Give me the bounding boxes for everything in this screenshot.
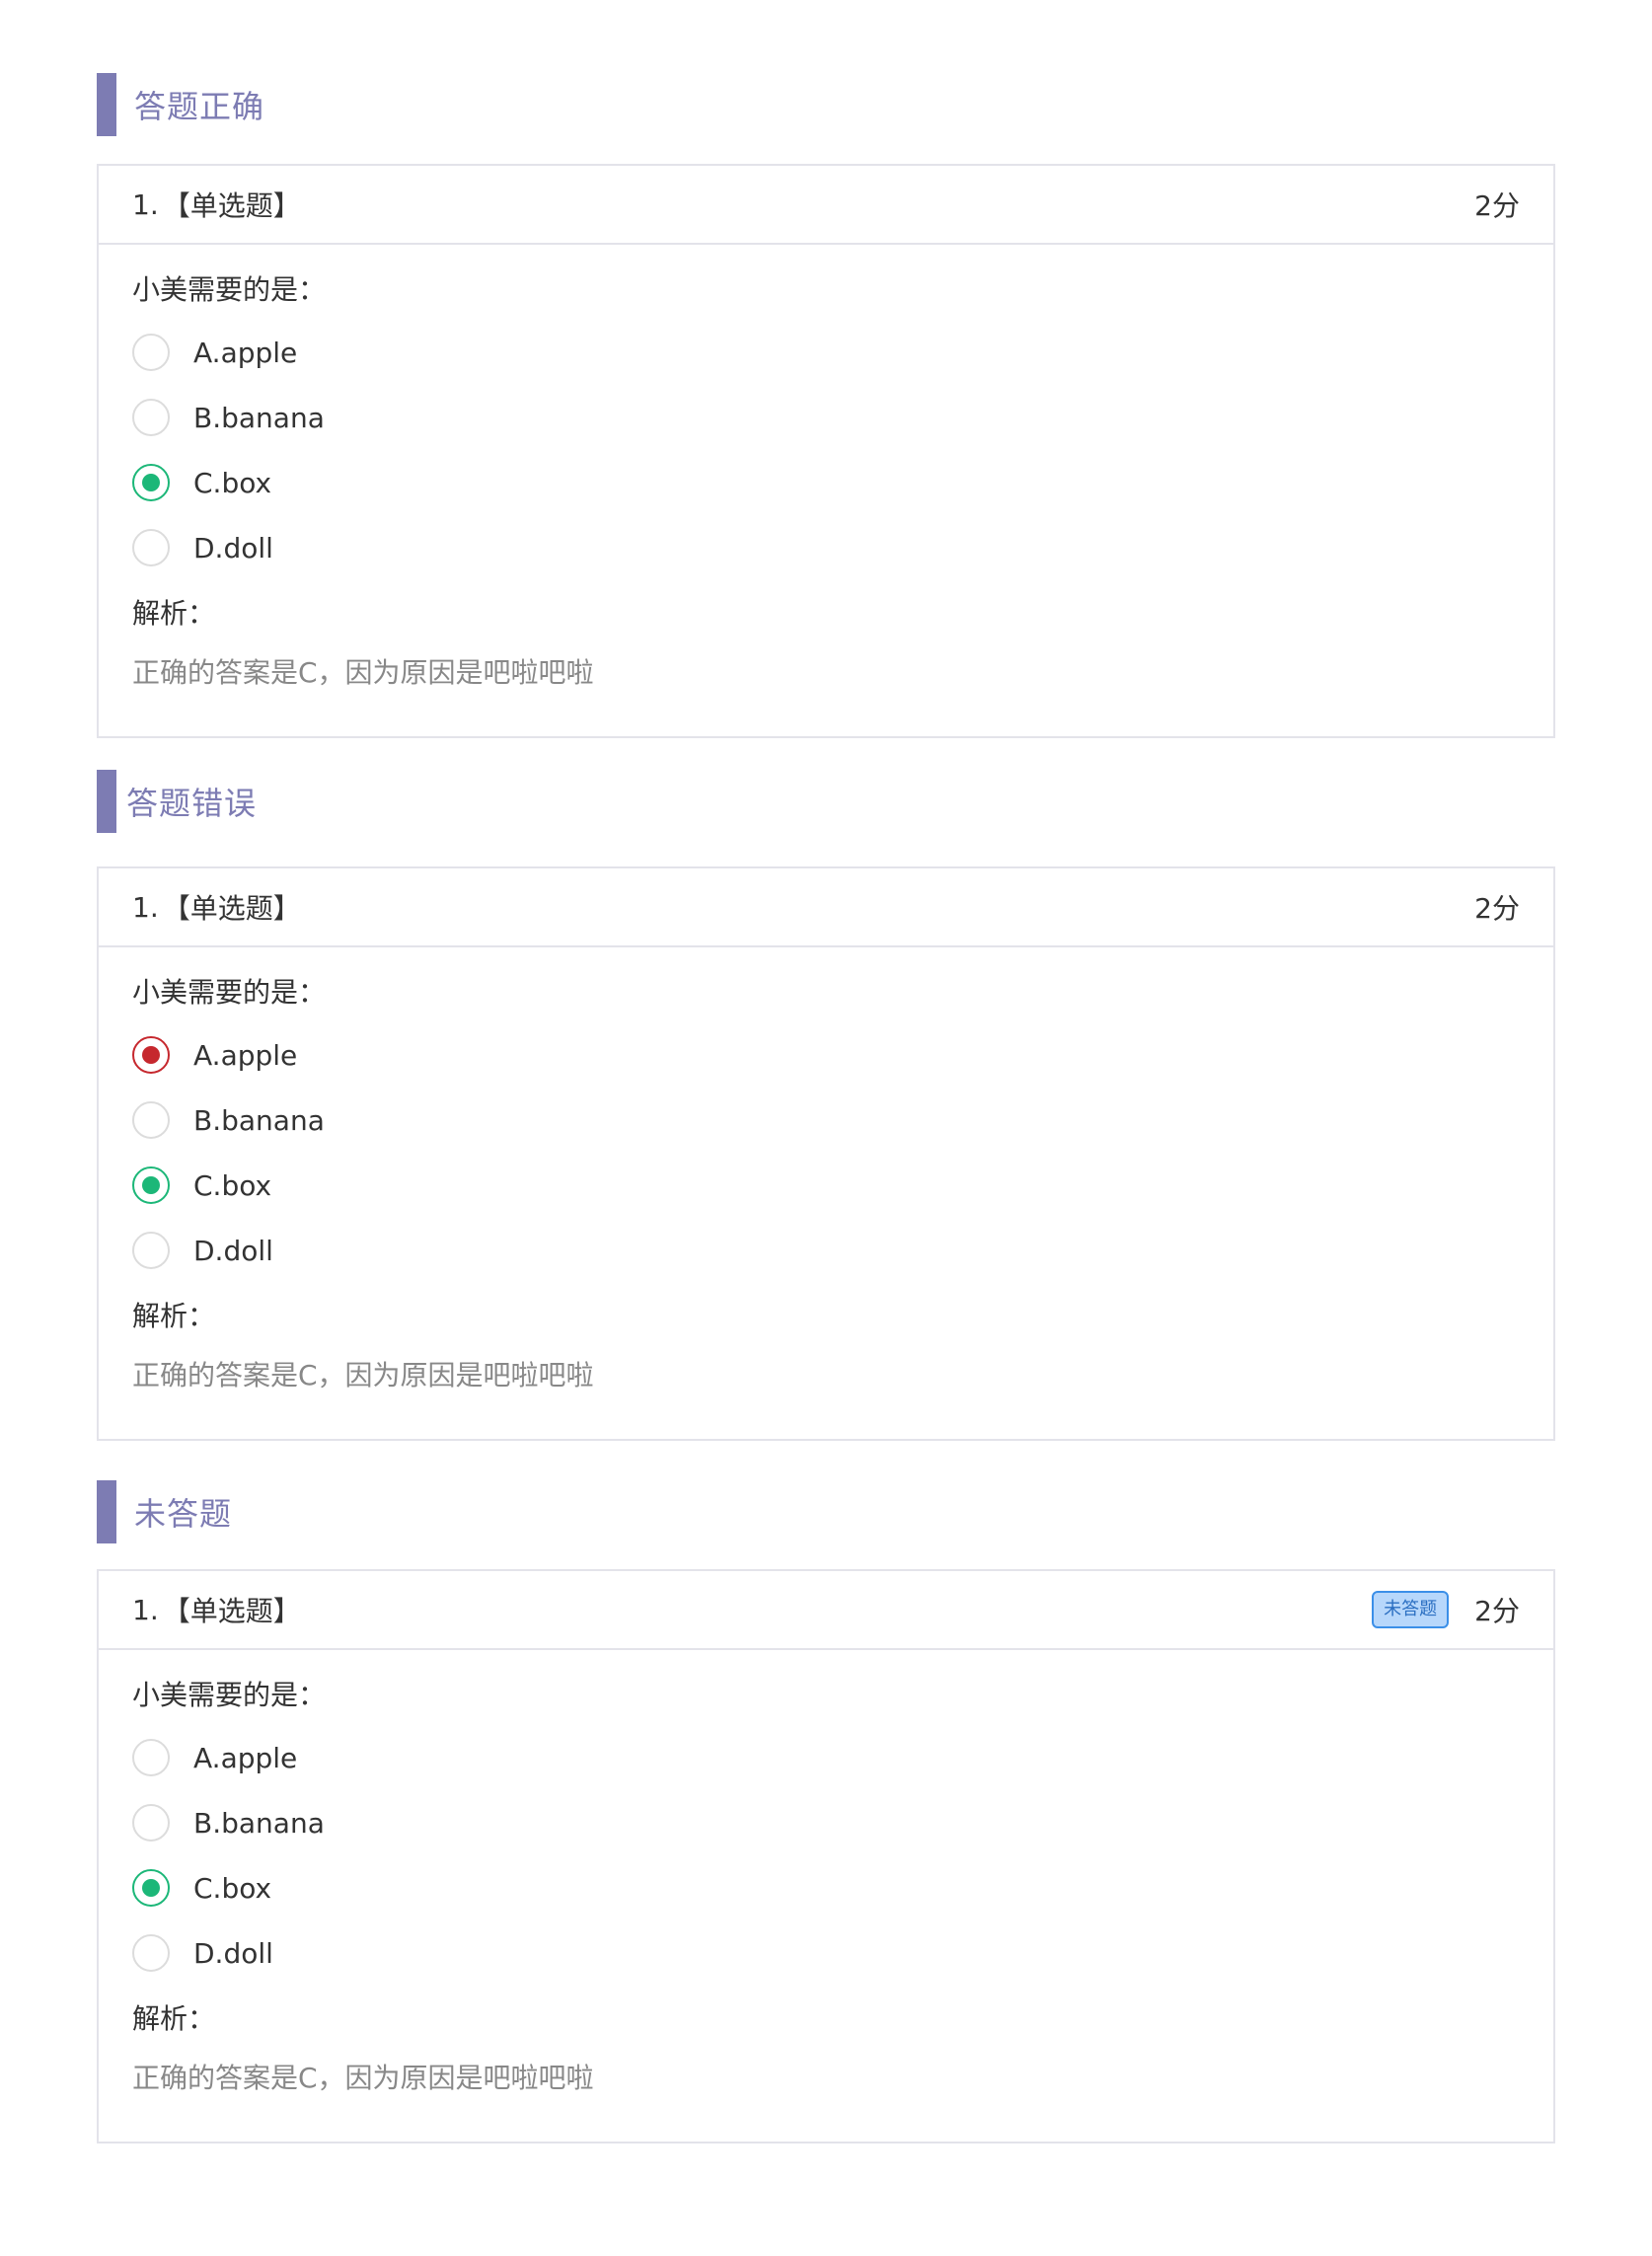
- radio-icon[interactable]: [132, 1739, 170, 1776]
- question-stem: 小美需要的是：: [132, 976, 327, 1009]
- question-header-right: 2分: [1474, 887, 1520, 927]
- analysis-label: 解析：: [132, 2002, 216, 2035]
- option-label: B.banana: [193, 1103, 325, 1137]
- analysis-text: 正确的答案是C，因为原因是吧啦吧啦: [132, 656, 594, 689]
- question-header-right: 2分: [1474, 185, 1520, 224]
- option-label: A.apple: [193, 1038, 298, 1072]
- section-accent-bar: [97, 73, 116, 136]
- section-header: 未答题: [97, 1480, 1555, 1543]
- radio-icon[interactable]: [132, 1232, 170, 1269]
- question-body: 小美需要的是： A.apple B.banana C.box D.doll 解析…: [99, 1650, 1553, 2098]
- option-list: A.apple B.banana C.box D.doll: [132, 320, 1520, 580]
- question-type: 【单选题】: [162, 189, 301, 222]
- question-score: 2分: [1474, 1595, 1520, 1627]
- question-stem: 小美需要的是：: [132, 1679, 327, 1711]
- question-type: 【单选题】: [162, 1595, 301, 1627]
- question-number: 1.: [132, 890, 159, 924]
- question-card: 1. 【单选题】 2分 小美需要的是： A.apple B.banana C.b…: [97, 866, 1555, 1441]
- question-type: 【单选题】: [162, 892, 301, 925]
- question-score: 2分: [1474, 892, 1520, 925]
- option-a[interactable]: A.apple: [132, 1022, 1520, 1088]
- analysis-label: 解析：: [132, 1300, 216, 1332]
- option-c[interactable]: C.box: [132, 1855, 1520, 1920]
- option-b[interactable]: B.banana: [132, 385, 1520, 450]
- section-title: 答题错误: [126, 785, 258, 822]
- option-c[interactable]: C.box: [132, 1153, 1520, 1218]
- question-header: 1. 【单选题】 2分: [99, 868, 1553, 947]
- analysis-text: 正确的答案是C，因为原因是吧啦吧啦: [132, 2062, 594, 2094]
- section-accent-bar: [97, 770, 116, 833]
- question-header: 1. 【单选题】 未答题 2分: [99, 1571, 1553, 1650]
- section-header: 答题错误: [97, 770, 1555, 833]
- section-title: 未答题: [134, 1495, 233, 1533]
- option-list: A.apple B.banana C.box D.doll: [132, 1725, 1520, 1986]
- question-number: 1.: [132, 1593, 159, 1626]
- option-label: D.doll: [193, 1936, 273, 1970]
- question-number: 1.: [132, 188, 159, 221]
- radio-correct-icon[interactable]: [132, 1869, 170, 1907]
- option-c[interactable]: C.box: [132, 450, 1520, 515]
- analysis-label: 解析：: [132, 597, 216, 630]
- analysis-text: 正确的答案是C，因为原因是吧啦吧啦: [132, 1359, 594, 1391]
- section-unanswered: 未答题: [97, 1480, 1555, 1543]
- option-label: C.box: [193, 1871, 272, 1905]
- question-header-right: 未答题 2分: [1372, 1590, 1520, 1629]
- question-score: 2分: [1474, 189, 1520, 222]
- radio-icon[interactable]: [132, 334, 170, 371]
- question-body: 小美需要的是： A.apple B.banana C.box D.doll 解析…: [99, 245, 1553, 693]
- option-label: B.banana: [193, 1806, 325, 1840]
- question-card: 1. 【单选题】 未答题 2分 小美需要的是： A.apple B.banana: [97, 1569, 1555, 2143]
- radio-correct-icon[interactable]: [132, 1166, 170, 1204]
- question-header: 1. 【单选题】 2分: [99, 166, 1553, 245]
- question-body: 小美需要的是： A.apple B.banana C.box D.doll 解析…: [99, 947, 1553, 1395]
- option-label: C.box: [193, 1168, 272, 1202]
- option-label: B.banana: [193, 401, 325, 434]
- option-label: C.box: [193, 466, 272, 499]
- radio-icon[interactable]: [132, 529, 170, 566]
- section-title: 答题正确: [134, 88, 265, 125]
- section-accent-bar: [97, 1480, 116, 1543]
- option-label: D.doll: [193, 1234, 273, 1267]
- section-header: 答题正确: [97, 73, 1555, 136]
- option-a[interactable]: A.apple: [132, 1725, 1520, 1790]
- option-list: A.apple B.banana C.box D.doll: [132, 1022, 1520, 1283]
- option-a[interactable]: A.apple: [132, 320, 1520, 385]
- section-correct: 答题正确: [97, 73, 1555, 136]
- unanswered-badge: 未答题: [1372, 1591, 1450, 1628]
- question-stem: 小美需要的是：: [132, 273, 327, 306]
- option-b[interactable]: B.banana: [132, 1790, 1520, 1855]
- question-card: 1. 【单选题】 2分 小美需要的是： A.apple B.banana C.b…: [97, 164, 1555, 738]
- option-label: D.doll: [193, 531, 273, 564]
- option-d[interactable]: D.doll: [132, 1218, 1520, 1283]
- radio-icon[interactable]: [132, 1101, 170, 1139]
- radio-icon[interactable]: [132, 1934, 170, 1972]
- option-label: A.apple: [193, 336, 298, 369]
- option-label: A.apple: [193, 1741, 298, 1774]
- section-wrong: 答题错误: [97, 770, 1555, 833]
- option-d[interactable]: D.doll: [132, 1920, 1520, 1986]
- radio-correct-icon[interactable]: [132, 464, 170, 501]
- radio-icon[interactable]: [132, 399, 170, 436]
- option-b[interactable]: B.banana: [132, 1088, 1520, 1153]
- option-d[interactable]: D.doll: [132, 515, 1520, 580]
- radio-wrong-icon[interactable]: [132, 1036, 170, 1074]
- radio-icon[interactable]: [132, 1804, 170, 1842]
